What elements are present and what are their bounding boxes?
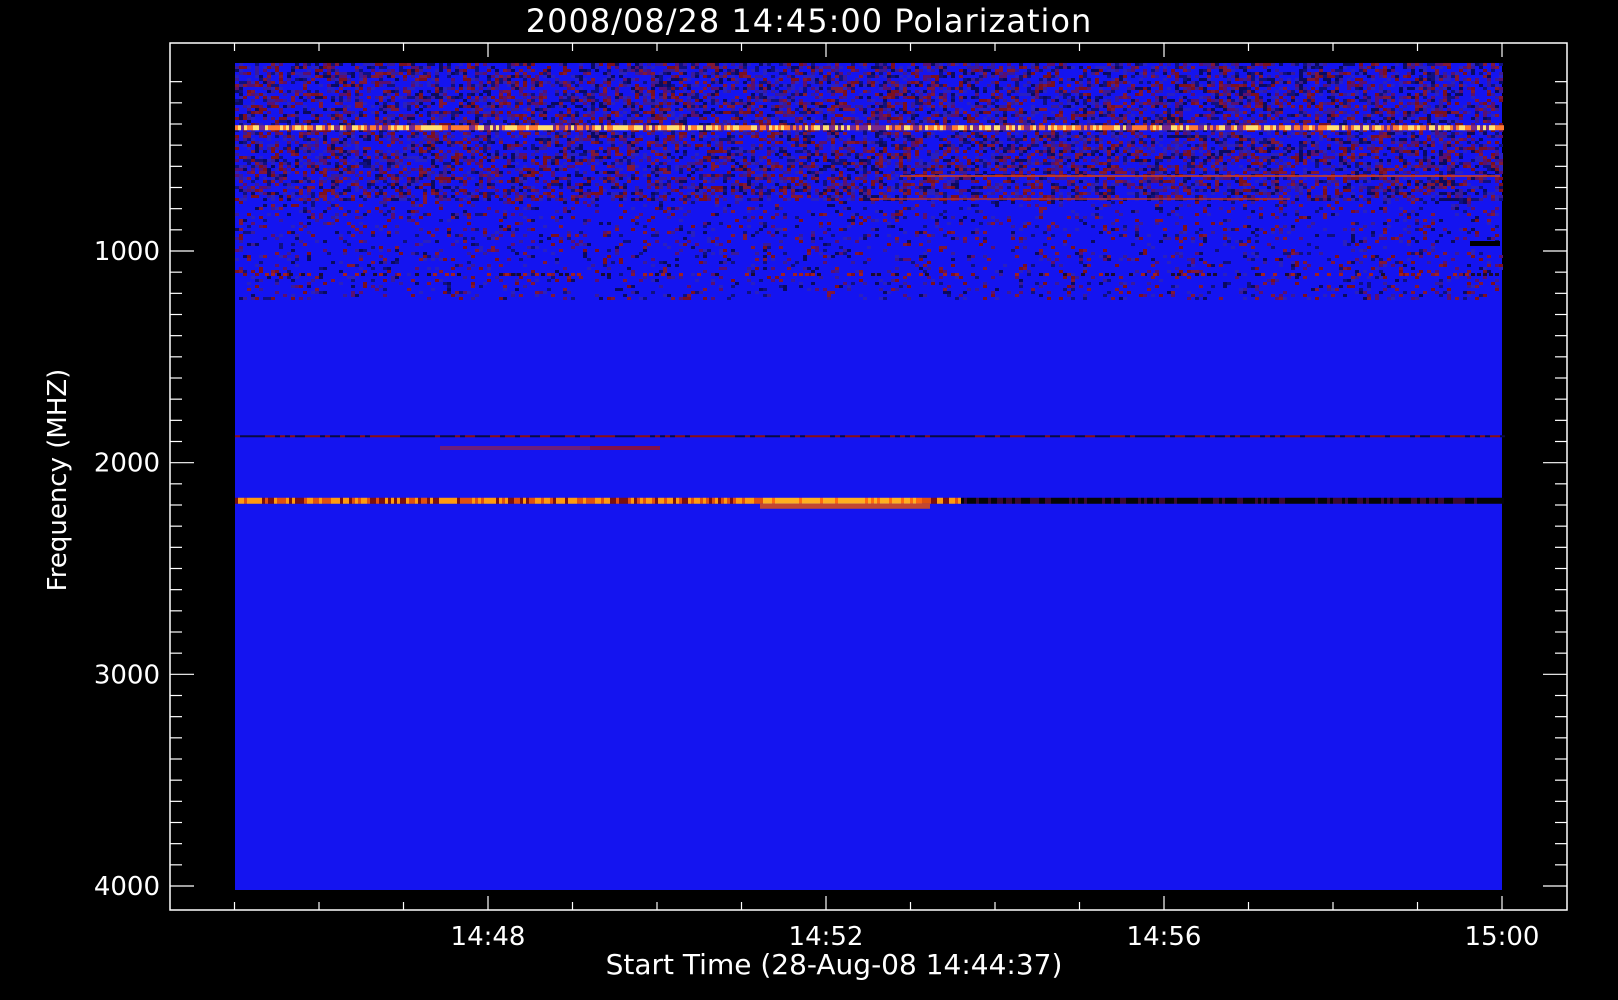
y-tick-label: 4000	[94, 872, 160, 902]
y-tick-label: 3000	[94, 660, 160, 690]
y-tick-label: 2000	[94, 449, 160, 479]
spectrogram-image	[235, 63, 1505, 890]
y-axis-label: Frequency (MHZ)	[43, 368, 73, 592]
y-tick-labels: 1000 2000 3000 4000	[94, 237, 160, 902]
spectrogram-plot: 14:48 14:52 14:56 15:00 1000200030004000	[94, 42, 1568, 952]
y-tick-label: 1000	[94, 237, 160, 267]
x-axis-label: Start Time (28-Aug-08 14:44:37)	[605, 948, 1063, 981]
